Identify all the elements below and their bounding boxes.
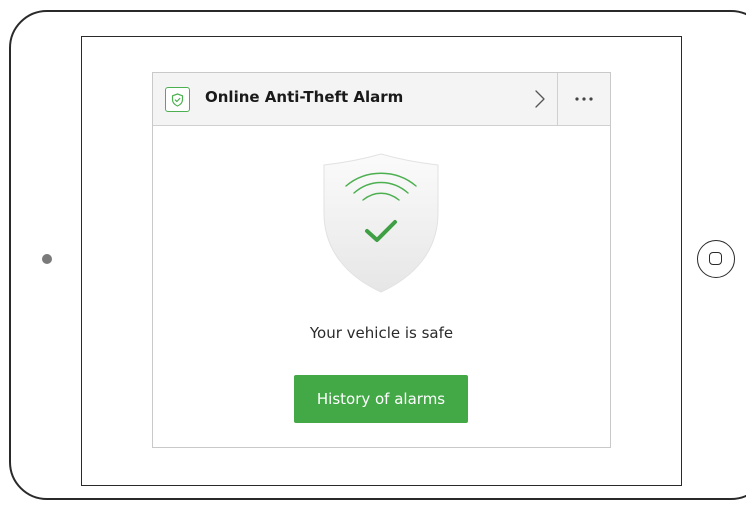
anti-theft-card: Online Anti-Theft Alarm Your vehicle is … (152, 72, 611, 448)
camera-dot (42, 254, 52, 264)
card-header-link[interactable]: Online Anti-Theft Alarm (153, 73, 557, 125)
card-title: Online Anti-Theft Alarm (205, 88, 404, 106)
home-button-square (709, 252, 722, 265)
more-options-button[interactable] (558, 73, 610, 125)
card-header: Online Anti-Theft Alarm (153, 73, 610, 126)
chevron-right-icon (535, 90, 545, 108)
more-horizontal-icon (575, 97, 593, 101)
home-button[interactable] (697, 240, 735, 278)
status-message: Your vehicle is safe (309, 324, 454, 342)
shield-signal-check-icon (323, 153, 439, 293)
history-of-alarms-button[interactable]: History of alarms (294, 375, 468, 423)
shield-check-icon (165, 87, 190, 112)
